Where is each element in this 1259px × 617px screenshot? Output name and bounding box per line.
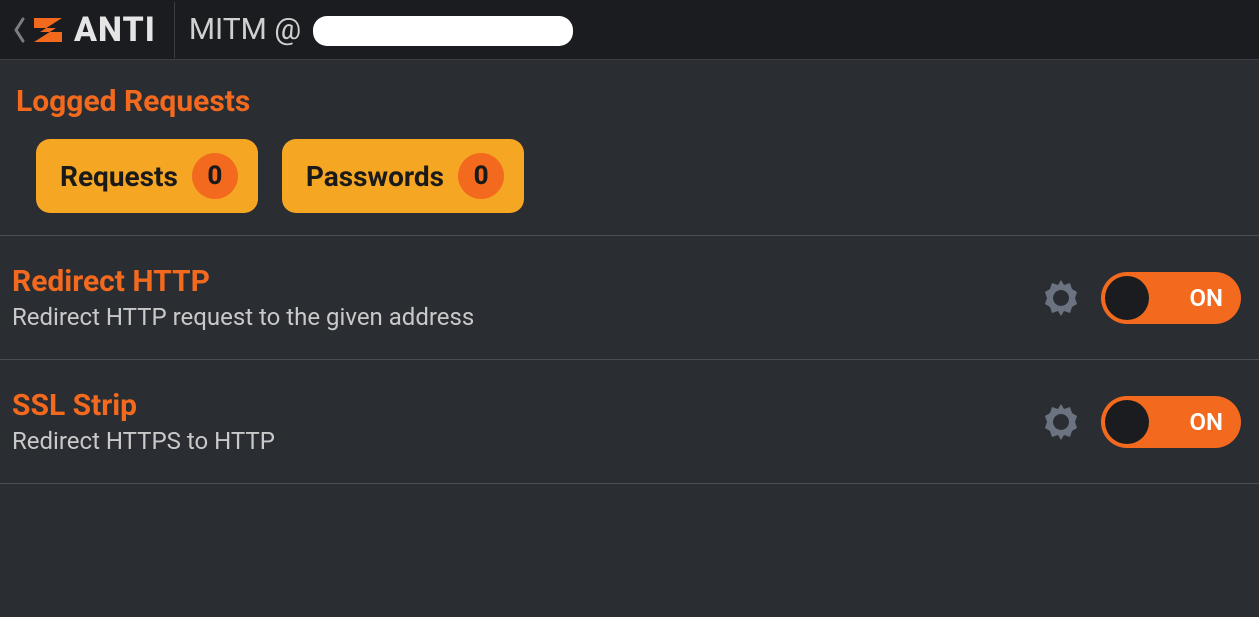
setting-ssl-strip: SSL Strip Redirect HTTPS to HTTP ON (0, 360, 1259, 484)
setting-text: Redirect HTTP Redirect HTTP request to t… (12, 264, 1039, 331)
requests-label: Requests (60, 160, 178, 193)
toggle-knob (1105, 400, 1149, 444)
requests-button[interactable]: Requests 0 (36, 139, 258, 213)
setting-redirect-http: Redirect HTTP Redirect HTTP request to t… (0, 236, 1259, 360)
section-heading: Logged Requests (16, 84, 1243, 119)
setting-controls: ON (1039, 396, 1241, 448)
logged-requests-section: Logged Requests Requests 0 Passwords 0 (0, 60, 1259, 236)
toggle-redirect-http[interactable]: ON (1101, 272, 1241, 324)
chevron-left-icon (12, 16, 26, 44)
setting-controls: ON (1039, 272, 1241, 324)
gear-icon[interactable] (1039, 400, 1083, 444)
title-prefix: MITM @ (189, 12, 309, 47)
passwords-count-badge: 0 (458, 153, 504, 199)
toggle-label: ON (1189, 408, 1223, 436)
passwords-label: Passwords (306, 160, 444, 193)
toggle-knob (1105, 276, 1149, 320)
pill-row: Requests 0 Passwords 0 (16, 139, 1243, 213)
gear-icon[interactable] (1039, 276, 1083, 320)
setting-title: Redirect HTTP (12, 264, 1039, 299)
page-title: MITM @ (189, 12, 573, 47)
app-logo[interactable]: ANTI (30, 0, 170, 59)
passwords-button[interactable]: Passwords 0 (282, 139, 524, 213)
redacted-target (313, 16, 573, 46)
app-name: ANTI (74, 10, 156, 50)
toggle-ssl-strip[interactable]: ON (1101, 396, 1241, 448)
requests-count-badge: 0 (192, 153, 238, 199)
header-divider (174, 2, 175, 58)
setting-description: Redirect HTTPS to HTTP (12, 427, 1039, 455)
zanti-z-icon (30, 12, 66, 48)
setting-text: SSL Strip Redirect HTTPS to HTTP (12, 388, 1039, 455)
setting-description: Redirect HTTP request to the given addre… (12, 303, 1039, 331)
toggle-label: ON (1189, 284, 1223, 312)
app-header: ANTI MITM @ (0, 0, 1259, 60)
back-button[interactable] (0, 16, 30, 44)
setting-title: SSL Strip (12, 388, 1039, 423)
